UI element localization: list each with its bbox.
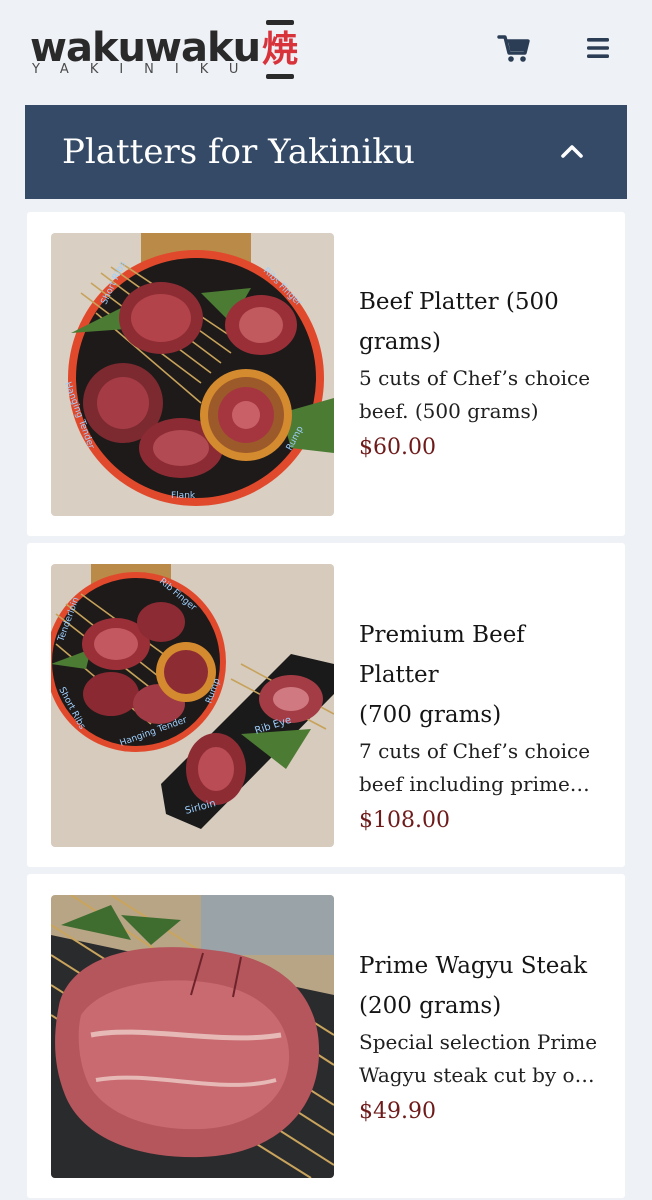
hamburger-menu-icon [587,38,609,58]
image-label: Flank [171,491,196,501]
steak-photo [51,895,334,1178]
platter-photo: Short Ribs Ribs Finger Hanging Tender Ru… [51,233,334,516]
prime-wagyu-steak-image[interactable] [51,895,334,1178]
item-description: Special selection Prime Wagyu steak cut … [359,1030,598,1087]
cart-button[interactable] [496,30,532,66]
chevron-up-icon [561,145,583,158]
premium-beef-platter-image[interactable]: Rib Finger Tenderloin Short Ribs Rump Ha… [51,564,334,847]
brand-tagline: YAKINIKU [32,62,260,77]
menu-item-details: Beef Platter (500 grams) 5 cuts of Chef’… [359,282,609,466]
site-header: wakuwaku 焼 YAKINIKU [0,0,652,100]
beef-platter-image[interactable]: Short Ribs Ribs Finger Hanging Tender Ru… [51,233,334,516]
category-header[interactable]: Platters for Yakiniku [25,105,627,199]
cart-icon [497,35,530,62]
category-title: Platters for Yakiniku [62,132,415,172]
item-name[interactable]: Premium Beef Platter (700 grams) [359,615,609,735]
brand-logo[interactable]: wakuwaku 焼 YAKINIKU [30,18,320,82]
lantern-bottom-decoration [266,74,294,79]
menu-button[interactable] [580,30,616,66]
collapse-toggle[interactable] [555,135,589,169]
item-price: $49.90 [359,1099,436,1124]
menu-item-card[interactable]: Rib Finger Tenderloin Short Ribs Rump Ha… [27,543,625,867]
brand-kanji: 焼 [261,29,298,70]
menu-item-details: Prime Wagyu Steak (200 grams) Special se… [359,946,609,1130]
item-price: $108.00 [359,808,450,833]
item-description: 5 cuts of Chef’s choice beef. (500 grams… [359,366,591,423]
item-name[interactable]: Prime Wagyu Steak (200 grams) [359,946,609,1026]
item-price: $60.00 [359,435,436,460]
menu-item-card[interactable]: Prime Wagyu Steak (200 grams) Special se… [27,874,625,1198]
platter-photo: Rib Finger Tenderloin Short Ribs Rump Ha… [51,564,334,847]
item-name[interactable]: Beef Platter (500 grams) [359,282,609,362]
item-description: 7 cuts of Chef’s choice beef including p… [359,739,591,796]
menu-item-details: Premium Beef Platter (700 grams) 7 cuts … [359,615,609,839]
menu-item-card[interactable]: Short Ribs Ribs Finger Hanging Tender Ru… [27,212,625,536]
